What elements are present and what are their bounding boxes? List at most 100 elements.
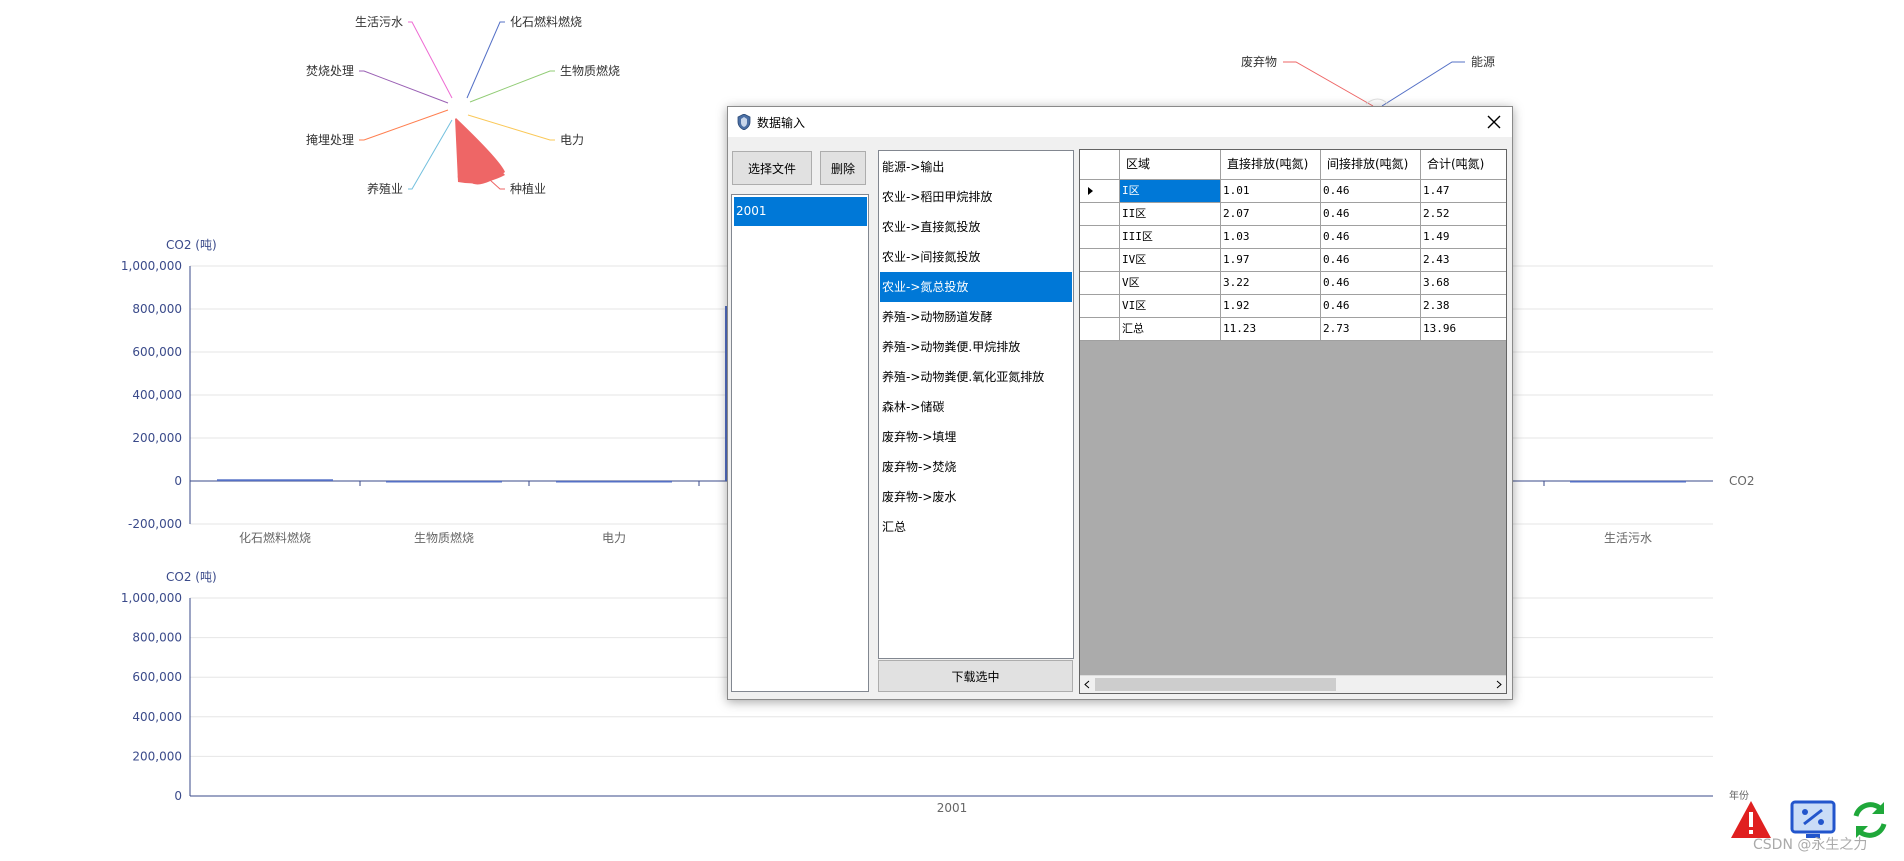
grid-cell[interactable]: 13.96 [1421,318,1506,341]
bar [1570,481,1686,483]
grid-row-header[interactable] [1080,226,1120,249]
category-list-item[interactable]: 汇总 [880,512,1072,542]
category-list-item[interactable]: 养殖->动物粪便.氧化亚氮排放 [880,362,1072,392]
dialog-title: 数据输入 [757,116,806,130]
grid-column-header[interactable]: 区域 [1120,150,1221,180]
download-selected-button[interactable]: 下载选中 [878,660,1073,692]
category-list-item[interactable]: 农业->间接氮投放 [880,242,1072,272]
y-tick-label: 200,000 [132,431,182,445]
year-list[interactable]: 2001 [731,194,869,692]
y-tick-label: 800,000 [132,631,182,645]
category-list-item[interactable]: 废弃物->焚烧 [880,452,1072,482]
app-shield-icon [737,114,751,130]
y-tick-label: -200,000 [128,517,182,531]
y-tick-label: 0 [174,789,182,803]
category-list-item[interactable]: 农业->氮总投放 [880,272,1072,302]
grid-row-header[interactable] [1080,318,1120,341]
grid-cell[interactable]: 0.46 [1321,203,1421,226]
grid-cell[interactable]: 2.73 [1321,318,1421,341]
grid-column-header[interactable]: 合计(吨氮) [1421,150,1506,180]
pie-label-line [1381,61,1465,107]
category-list-item[interactable]: 森林->储碳 [880,392,1072,422]
x-tick-label: 生物质燃烧 [414,530,474,545]
category-list-item[interactable]: 废弃物->废水 [880,482,1072,512]
category-list[interactable]: 能源->输出 农业->稻田甲烷排放 农业->直接氮投放 农业->间接氮投放 农业->氮总… [878,150,1074,659]
bar [556,481,672,483]
grid-cell[interactable]: 0.46 [1321,249,1421,272]
category-list-item[interactable]: 能源->输出 [880,152,1072,182]
grid-row-header[interactable] [1080,295,1120,318]
pie-label: 化石燃料燃烧 [510,14,582,29]
horizontal-scrollbar[interactable] [1080,675,1506,693]
pie-label: 生活污水 [355,15,403,29]
category-list-item[interactable]: 养殖->动物肠道发酵 [880,302,1072,332]
grid-cell[interactable]: 0.46 [1321,272,1421,295]
x-tick-label: 2001 [937,801,968,815]
pie-label-line [359,70,449,104]
pie-label-line [408,21,453,99]
x-tick-label: 化石燃料燃烧 [239,530,311,545]
grid-cell[interactable]: I区 [1120,180,1221,203]
scroll-right-icon[interactable] [1495,680,1503,689]
scroll-left-icon[interactable] [1083,680,1091,689]
grid-cell[interactable]: 0.46 [1321,226,1421,249]
grid-cell[interactable]: IV区 [1120,249,1221,272]
grid-row-header[interactable] [1080,203,1120,226]
grid-row-header[interactable] [1080,249,1120,272]
grid-cell[interactable]: III区 [1120,226,1221,249]
category-list-item[interactable]: 农业->直接氮投放 [880,212,1072,242]
pie-label-line [466,21,505,99]
pie-slice [1365,98,1389,105]
grid-cell[interactable]: 1.92 [1221,295,1321,318]
grid-cell[interactable]: 1.47 [1421,180,1506,203]
y-tick-label: 400,000 [132,388,182,402]
grid-corner [1080,150,1120,180]
x-axis-name: CO2 [1729,474,1754,488]
category-list-item[interactable]: 废弃物->填埋 [880,422,1072,452]
delete-button[interactable]: 删除 [820,151,866,185]
data-grid[interactable]: 区域 直接排放(吨氮) 间接排放(吨氮) 合计(吨氮) I区 1.01 0.46 1.47 II… [1079,149,1507,694]
dialog-titlebar[interactable]: 数据输入 [728,107,1512,137]
grid-row-header[interactable] [1080,272,1120,295]
pie-label-line [467,114,555,141]
grid-cell[interactable]: 2.38 [1421,295,1506,318]
y-tick-label: 800,000 [132,302,182,316]
grid-cell[interactable]: II区 [1120,203,1221,226]
pie-label-line [408,119,453,190]
watermark: CSDN @永生之力 [1753,837,1868,853]
grid-cell[interactable]: 0.46 [1321,180,1421,203]
category-list-item[interactable]: 农业->稻田甲烷排放 [880,182,1072,212]
grid-cell[interactable]: 汇总 [1120,318,1221,341]
grid-cell[interactable]: 3.22 [1221,272,1321,295]
pie-label: 废弃物 [1241,54,1277,69]
close-icon[interactable] [1482,110,1506,134]
grid-cell[interactable]: 3.68 [1421,272,1506,295]
select-file-button[interactable]: 选择文件 [732,151,812,185]
grid-column-header[interactable]: 直接排放(吨氮) [1221,150,1321,180]
year-item-2001[interactable]: 2001 [734,197,867,226]
grid-cell[interactable]: 2.07 [1221,203,1321,226]
grid-cell[interactable]: 1.01 [1221,180,1321,203]
pie-label-line [359,109,449,141]
x-tick-label: 电力 [602,531,626,545]
grid-row-header[interactable] [1080,180,1120,203]
pie-label: 养殖业 [367,181,403,196]
grid-cell[interactable]: 0.46 [1321,295,1421,318]
y-axis-label: CO2 (吨) [166,238,217,252]
rose-pie-chart [455,118,505,185]
grid-cell[interactable]: 2.52 [1421,203,1506,226]
category-list-item[interactable]: 养殖->动物粪便.甲烷排放 [880,332,1072,362]
scrollbar-thumb[interactable] [1095,678,1336,691]
pie-label-line [1283,61,1374,107]
grid-cell[interactable]: 11.23 [1221,318,1321,341]
grid-cell[interactable]: 1.97 [1221,249,1321,272]
y-tick-label: 1,000,000 [121,259,182,273]
grid-column-header[interactable]: 间接排放(吨氮) [1321,150,1421,180]
grid-cell[interactable]: VI区 [1120,295,1221,318]
pie-label: 电力 [560,133,584,147]
grid-cell[interactable]: 1.03 [1221,226,1321,249]
grid-cell[interactable]: V区 [1120,272,1221,295]
grid-cell[interactable]: 2.43 [1421,249,1506,272]
grid-cell[interactable]: 1.49 [1421,226,1506,249]
pie-label: 焚烧处理 [306,64,354,78]
